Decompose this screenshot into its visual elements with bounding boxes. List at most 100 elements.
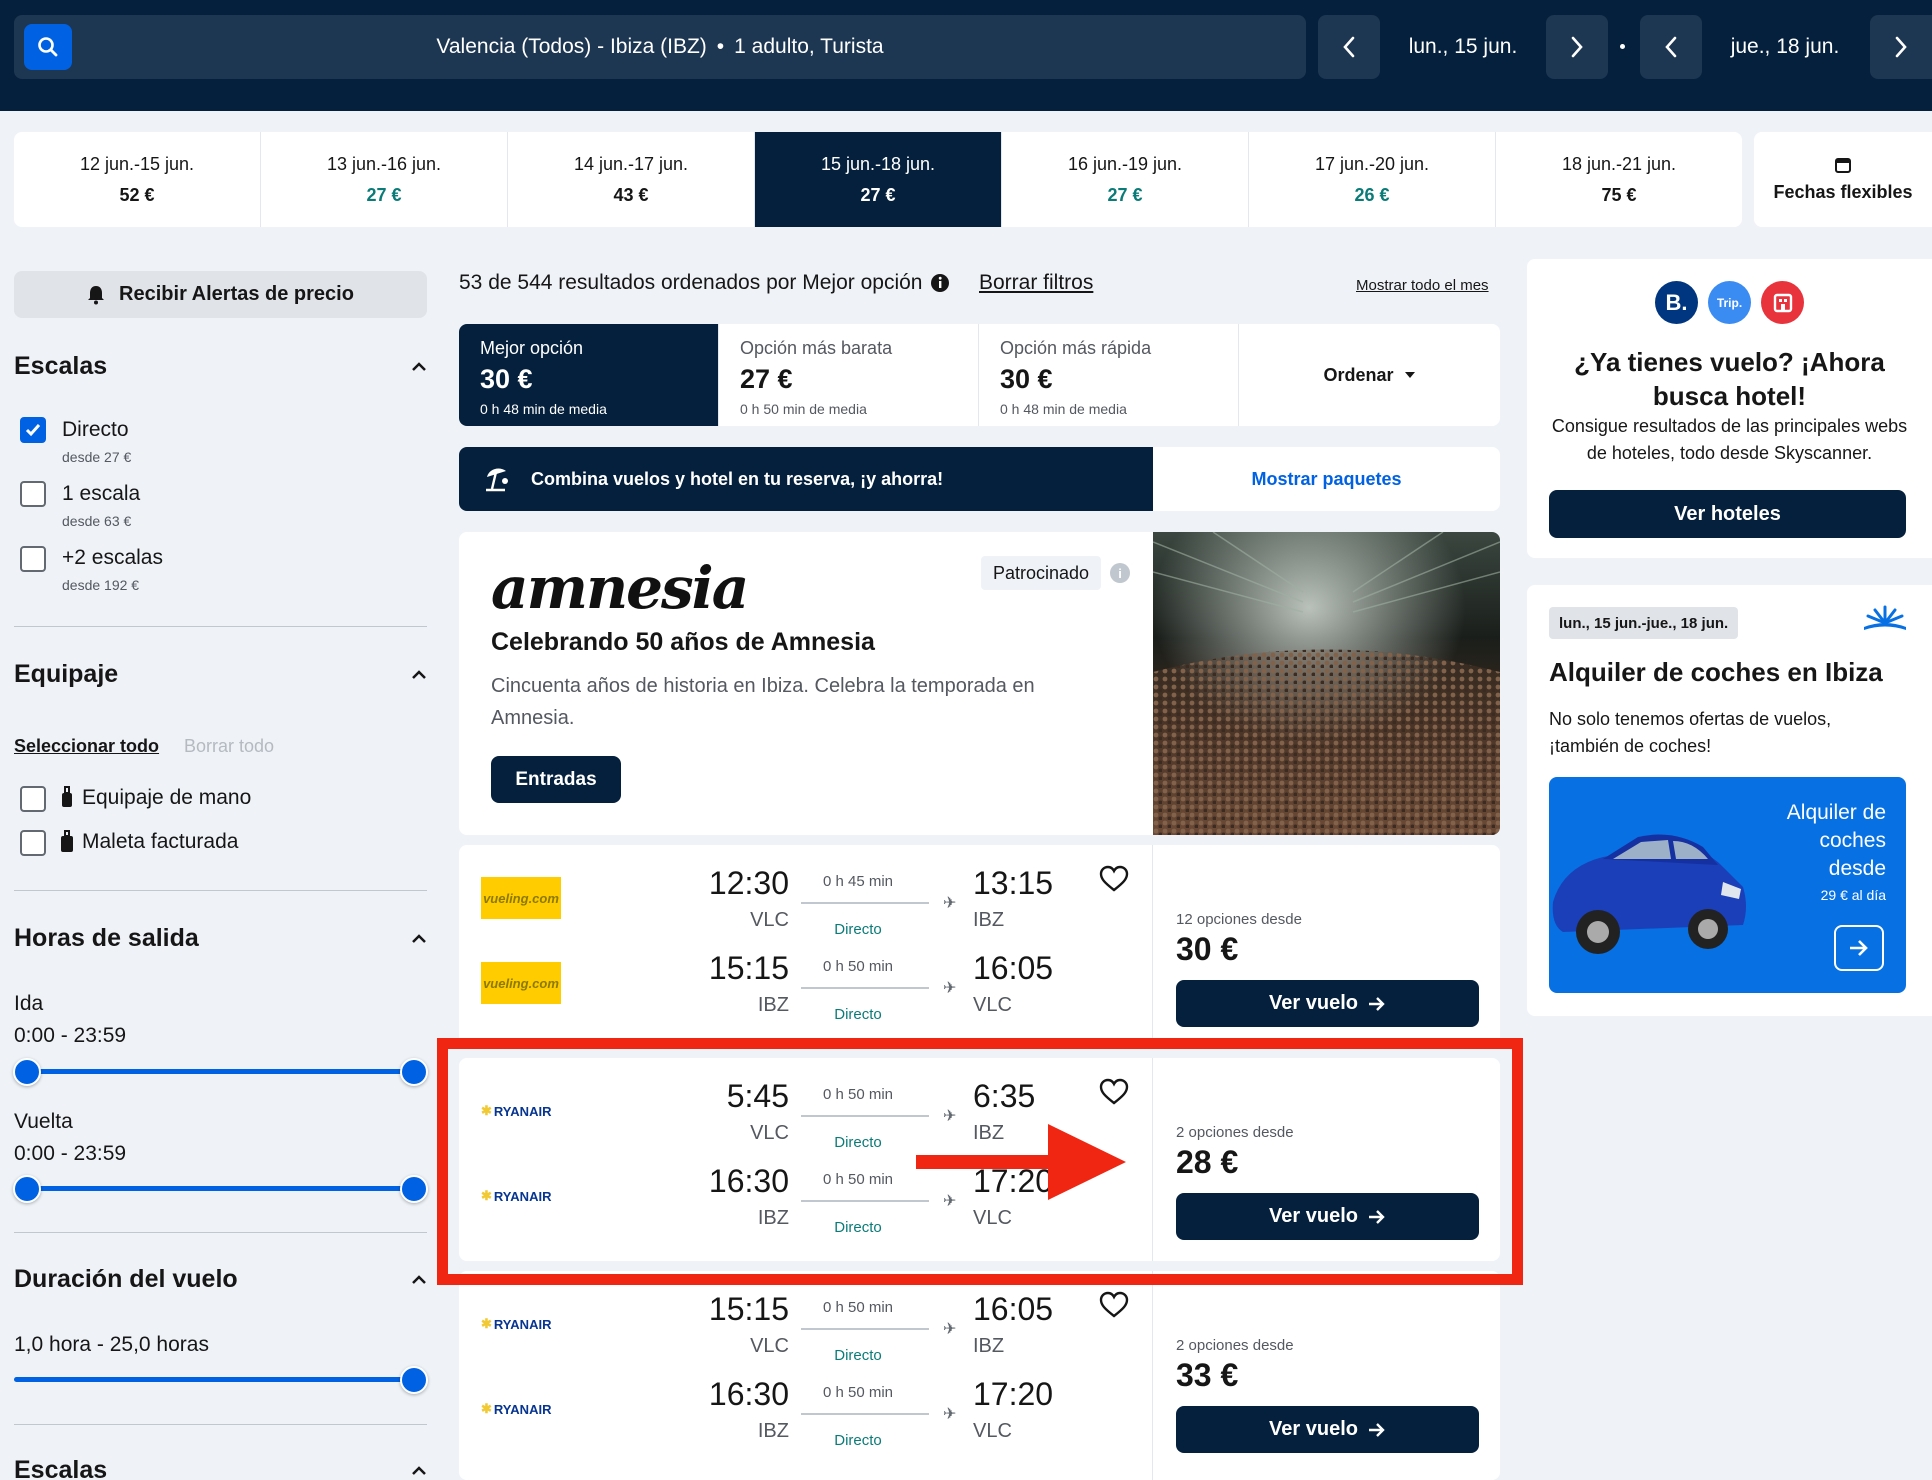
club-crowd-image xyxy=(1153,532,1500,835)
depart-date[interactable]: lun., 15 jun. xyxy=(1380,15,1546,79)
return-range: 0:00 - 23:59 xyxy=(14,1142,127,1165)
heart-icon[interactable] xyxy=(1099,865,1129,893)
outbound-leg: vueling.com 12:30 VLC 0 h 45 min ✈ Direc… xyxy=(459,857,1153,943)
flight-line xyxy=(801,987,929,989)
tab-best[interactable]: Mejor opción 30 € 0 h 48 min de media xyxy=(459,324,719,426)
date-price: 27 € xyxy=(366,184,402,205)
flight-card[interactable]: vueling.com 12:30 VLC 0 h 45 min ✈ Direc… xyxy=(459,845,1500,1048)
chevron-left-icon xyxy=(1343,36,1355,58)
carry-on-bag-icon xyxy=(62,786,72,807)
info-icon[interactable] xyxy=(930,273,950,293)
stops-filter-header[interactable]: Escalas xyxy=(14,352,427,381)
stops-filter-header-2[interactable]: Escalas xyxy=(14,1456,427,1480)
date-range: 12 jun.-15 jun. xyxy=(79,153,195,174)
arrival-airport: IBZ xyxy=(973,909,1005,931)
car-rental-card[interactable]: lun., 15 jun.-jue., 18 jun. Alquiler de … xyxy=(1527,585,1932,1016)
car-promo-banner[interactable]: Alquiler de coches desde 29 € al día xyxy=(1549,777,1906,993)
whole-month-link[interactable]: Mostrar todo el mes xyxy=(1356,277,1489,294)
return-prev-button[interactable] xyxy=(1640,15,1702,79)
date-option[interactable]: 17 jun.-20 jun. 26 € xyxy=(1249,132,1496,227)
plane-icon: ✈ xyxy=(943,895,957,912)
price-alert-label: Recibir Alertas de precio xyxy=(119,283,354,305)
checked-bag-icon xyxy=(61,830,73,852)
flight-itinerary: ✱ RYANAIR 15:15 VLC 0 h 50 min ✈ Directo … xyxy=(459,1271,1153,1480)
return-leg: vueling.com 15:15 IBZ 0 h 50 min ✈ Direc… xyxy=(459,942,1153,1028)
search-summary[interactable]: Valencia (Todos) - Ibiza (IBZ) • 1 adult… xyxy=(14,15,1306,79)
info-icon[interactable]: i xyxy=(1110,563,1130,583)
select-all-link[interactable]: Seleccionar todo xyxy=(14,736,159,757)
view-flight-button[interactable]: Ver vuelo xyxy=(1176,980,1479,1027)
chevron-left-icon xyxy=(1665,36,1677,58)
two-plus-stops-checkbox[interactable] xyxy=(20,546,46,572)
tab-label: Opción más barata xyxy=(740,338,893,358)
outbound-slider-max-handle[interactable] xyxy=(400,1058,428,1086)
one-stop-checkbox[interactable] xyxy=(20,481,46,507)
clear-filters-link[interactable]: Borrar filtros xyxy=(979,271,1093,295)
divider xyxy=(14,626,427,627)
date-range: 17 jun.-20 jun. xyxy=(1314,153,1430,174)
tickets-button[interactable]: Entradas xyxy=(491,756,621,803)
show-packages-link[interactable]: Mostrar paquetes xyxy=(1153,447,1500,511)
return-date[interactable]: jue., 18 jun. xyxy=(1702,15,1868,79)
car-promo-arrow-button[interactable] xyxy=(1834,925,1884,971)
date-option[interactable]: 14 jun.-17 jun. 43 € xyxy=(508,132,755,227)
date-option[interactable]: 18 jun.-21 jun. 75 € xyxy=(1496,132,1742,227)
return-next-button[interactable] xyxy=(1870,15,1932,79)
chevron-up-icon xyxy=(412,361,426,371)
date-range: 15 jun.-18 jun. xyxy=(820,153,936,174)
outbound-slider-track[interactable] xyxy=(27,1069,415,1074)
harp-icon: ✱ xyxy=(481,1401,492,1416)
heart-icon[interactable] xyxy=(1099,1291,1129,1319)
flight-duration: 0 h 50 min xyxy=(822,958,894,975)
price-alert-button[interactable]: Recibir Alertas de precio xyxy=(14,271,427,318)
outbound-slider-min-handle[interactable] xyxy=(13,1058,41,1086)
view-hotels-button[interactable]: Ver hoteles xyxy=(1549,490,1906,538)
flexible-dates-label: Fechas flexibles xyxy=(1773,182,1913,202)
tab-duration: 0 h 50 min de media xyxy=(740,401,867,417)
return-slider-track[interactable] xyxy=(27,1186,415,1191)
stops-option-label: Directo xyxy=(62,418,129,441)
date-option[interactable]: 16 jun.-19 jun. 27 € xyxy=(1002,132,1249,227)
duration-filter-header[interactable]: Duración del vuelo xyxy=(14,1265,427,1294)
vueling-logo: vueling.com xyxy=(481,877,561,919)
depart-next-button[interactable] xyxy=(1546,15,1608,79)
red-arrow-icon xyxy=(916,1124,1126,1200)
ryanair-logo: ✱ RYANAIR xyxy=(481,1388,561,1430)
caret-down-icon xyxy=(1404,372,1415,378)
flight-line xyxy=(801,1328,929,1330)
price-options: 12 opciones desde xyxy=(1176,911,1302,928)
calendar-icon xyxy=(1835,158,1851,173)
date-separator-dot xyxy=(1620,44,1625,49)
baggage-filter-header[interactable]: Equipaje xyxy=(14,660,427,689)
date-option-selected[interactable]: 15 jun.-18 jun. 27 € xyxy=(755,132,1002,227)
flexible-dates-button[interactable]: Fechas flexibles xyxy=(1754,132,1932,227)
view-flight-button[interactable]: Ver vuelo xyxy=(1176,1406,1479,1453)
direct-checkbox[interactable] xyxy=(20,417,46,443)
vueling-logo: vueling.com xyxy=(481,962,561,1004)
date-price: 26 € xyxy=(1354,184,1390,205)
sort-dropdown[interactable]: Ordenar xyxy=(1239,324,1500,426)
flight-card[interactable]: ✱ RYANAIR 15:15 VLC 0 h 50 min ✈ Directo … xyxy=(459,1271,1500,1480)
departure-airport: VLC xyxy=(750,1335,789,1357)
tab-fastest[interactable]: Opción más rápida 30 € 0 h 48 min de med… xyxy=(979,324,1239,426)
times-filter-header[interactable]: Horas de salida xyxy=(14,924,427,953)
tab-cheapest[interactable]: Opción más barata 27 € 0 h 50 min de med… xyxy=(719,324,979,426)
departure-time: 15:15 xyxy=(708,950,789,986)
checked-bag-checkbox[interactable] xyxy=(20,830,46,856)
return-slider-min-handle[interactable] xyxy=(13,1175,41,1203)
duration-slider-handle[interactable] xyxy=(400,1366,428,1394)
stops-label: Directo xyxy=(834,921,882,938)
clear-all-link[interactable]: Borrar todo xyxy=(184,736,274,757)
car-promo-description: No solo tenemos ofertas de vuelos, ¡tamb… xyxy=(1549,709,1832,756)
date-option[interactable]: 12 jun.-15 jun. 52 € xyxy=(14,132,261,227)
tab-duration: 0 h 48 min de media xyxy=(1000,401,1127,417)
flight-itinerary: vueling.com 12:30 VLC 0 h 45 min ✈ Direc… xyxy=(459,845,1153,1048)
duration-slider-track[interactable] xyxy=(14,1377,414,1382)
carry-on-checkbox[interactable] xyxy=(20,786,46,812)
return-slider-max-handle[interactable] xyxy=(400,1175,428,1203)
date-option[interactable]: 13 jun.-16 jun. 27 € xyxy=(261,132,508,227)
depart-prev-button[interactable] xyxy=(1318,15,1380,79)
date-price: 75 € xyxy=(1601,184,1637,205)
sponsored-card[interactable]: amnesia Patrocinado i Celebrando 50 años… xyxy=(459,532,1500,835)
divider xyxy=(14,1424,427,1425)
